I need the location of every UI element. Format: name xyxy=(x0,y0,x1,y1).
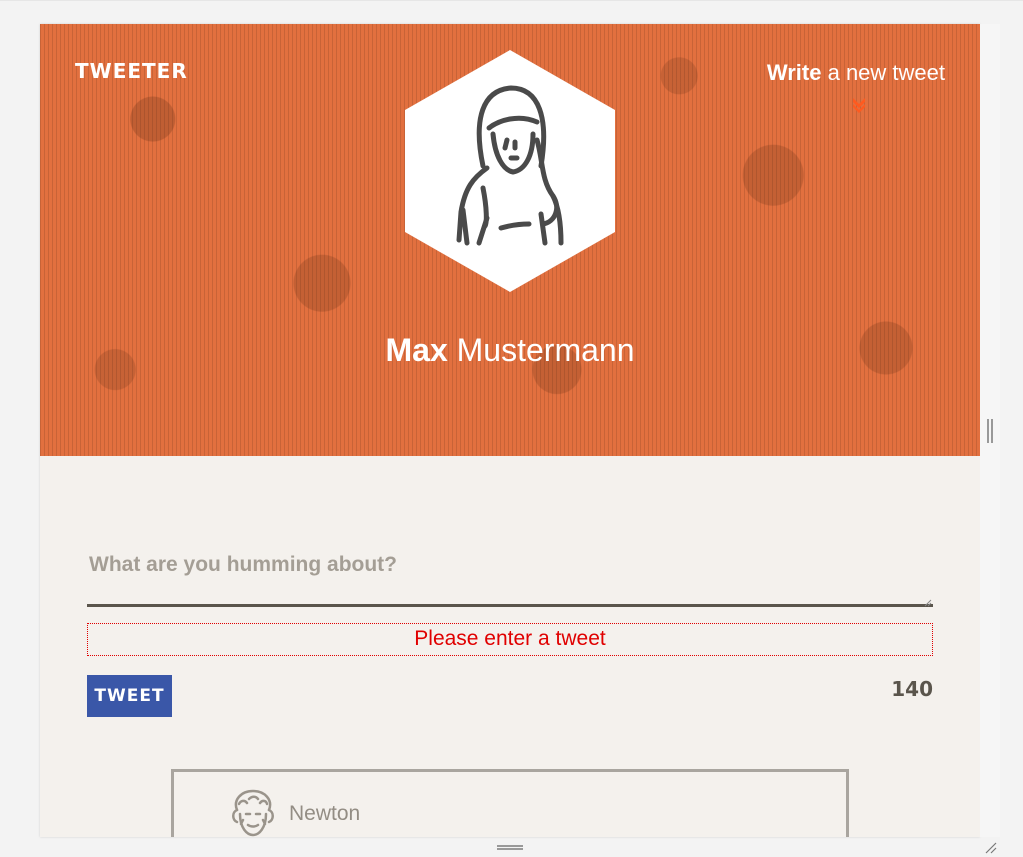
character-counter: 140 xyxy=(891,677,933,701)
app-frame: TWEETER Write a new tweet Max Mustermann… xyxy=(40,24,980,837)
profile-first-name: Max xyxy=(385,332,448,368)
profile-last-name: Mustermann xyxy=(447,332,635,368)
profile-avatar xyxy=(405,50,615,292)
write-tweet-link[interactable]: Write a new tweet xyxy=(767,60,945,86)
tweet-input[interactable] xyxy=(87,547,933,607)
horizontal-splitter-handle[interactable] xyxy=(497,845,523,850)
tweet-error-message: Please enter a tweet xyxy=(87,623,933,656)
brand-logo[interactable]: TWEETER xyxy=(75,59,188,83)
profile-name: Max Mustermann xyxy=(40,332,980,369)
double-chevron-down-icon[interactable] xyxy=(850,96,868,114)
newton-avatar-icon xyxy=(232,789,274,837)
window-resize-icon[interactable] xyxy=(983,840,997,854)
write-link-bold: Write xyxy=(766,60,822,85)
tweet-card: Newton xyxy=(171,769,849,837)
write-link-text: a new tweet xyxy=(821,60,945,85)
profile-header: TWEETER Write a new tweet Max Mustermann xyxy=(40,24,980,456)
textarea-resize-grip[interactable] xyxy=(924,599,932,607)
tweet-button[interactable]: TWEET xyxy=(87,675,172,717)
window-top-edge xyxy=(0,0,1023,1)
tweet-author: Newton xyxy=(289,802,361,825)
vertical-splitter-handle[interactable] xyxy=(987,419,993,443)
